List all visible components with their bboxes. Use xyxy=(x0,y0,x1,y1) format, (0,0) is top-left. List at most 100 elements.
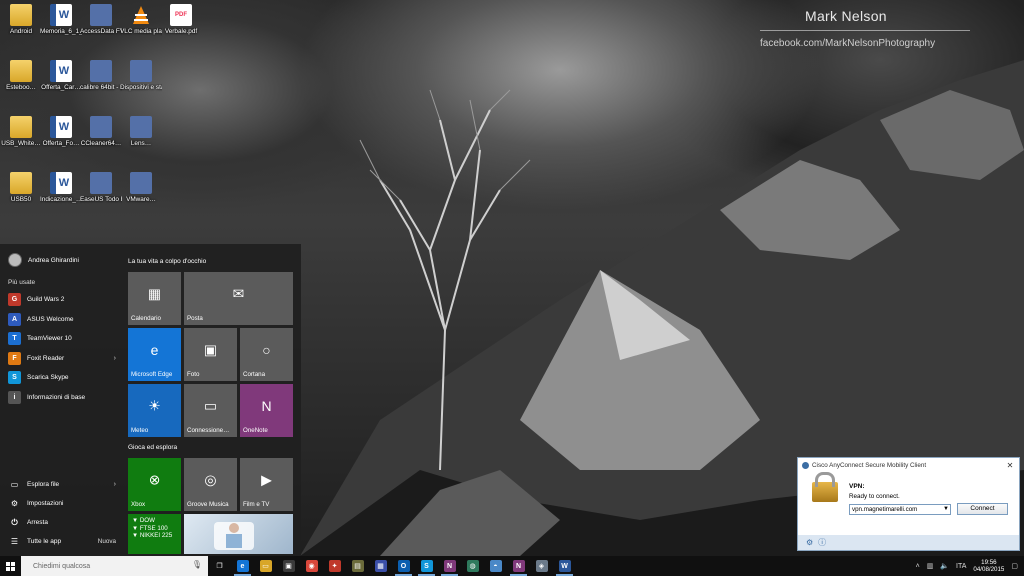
tile-icon: N xyxy=(261,398,272,415)
start-app-item[interactable]: S Scarica Skype xyxy=(8,369,116,386)
desktop-icon[interactable]: VLC media player xyxy=(120,4,162,36)
search-placeholder: Chiedimi qualcosa xyxy=(33,562,91,570)
desktop-icon[interactable]: VMware… xyxy=(120,172,162,204)
start-app-item[interactable]: G Guild Wars 2 xyxy=(8,291,116,308)
cisco-title-bar[interactable]: Cisco AnyConnect Secure Mobility Client … xyxy=(798,458,1019,472)
start-bottom-item[interactable]: ☰ Tutte le app Nuova xyxy=(8,533,116,550)
network-icon[interactable]: ▥ xyxy=(927,562,934,570)
taskbar-notes-button[interactable]: ▤ xyxy=(346,556,369,576)
tile-meteo[interactable]: ☀ Meteo xyxy=(128,384,181,437)
cisco-app-icon xyxy=(802,461,809,469)
desktop-icon[interactable]: Esteboo… xyxy=(0,60,42,92)
taskbar-app-globe-button[interactable]: ◓ xyxy=(484,556,507,576)
cortana-search-box[interactable]: Chiedimi qualcosa 🎙 xyxy=(21,556,208,576)
taskbar-vpn-button[interactable]: ◈ xyxy=(530,556,553,576)
taskbar-app-blue-button[interactable]: ▦ xyxy=(369,556,392,576)
taskbar-onenote-2-button[interactable]: N xyxy=(507,556,530,576)
start-bottom-item[interactable]: ▭ Esplora file › xyxy=(8,476,116,493)
tile-calendario[interactable]: ▦ Calendario xyxy=(128,272,181,325)
store-icon: ▣ xyxy=(282,560,295,572)
taskbar-task-view-button[interactable]: ❐ xyxy=(208,556,231,576)
taskbar-onenote-button[interactable]: N xyxy=(438,556,461,576)
start-button[interactable] xyxy=(0,556,21,576)
stock-line: ▼ NIKKEI 225 xyxy=(132,532,173,539)
tile-label: Foto xyxy=(187,371,200,378)
photo-credit-url: facebook.com/MarkNelsonPhotography xyxy=(760,38,936,49)
taskbar-store-button[interactable]: ▣ xyxy=(277,556,300,576)
vpn-server-select[interactable]: vpn.magnetimarelli.com ▼ xyxy=(849,504,951,515)
taskbar-file-explorer-button[interactable]: ▭ xyxy=(254,556,277,576)
app-icon: F xyxy=(8,351,21,365)
microphone-icon[interactable]: 🎙 xyxy=(192,560,202,569)
tile-connessione[interactable]: ▭ Connessione… xyxy=(184,384,237,437)
start-app-item[interactable]: T TeamViewer 10 xyxy=(8,330,116,347)
taskbar-edge-button[interactable]: e xyxy=(231,556,254,576)
taskbar-apps: ❐ e ▭ ▣ ◉ ✦ ▤ ▦ O S N ◍ ◓ N ◈ W xyxy=(208,556,576,576)
new-badge: Nuova xyxy=(97,538,116,545)
tile-posta[interactable]: ✉ Posta xyxy=(184,272,293,325)
start-app-item[interactable]: F Foxit Reader › xyxy=(8,350,116,367)
desktop-icon[interactable]: AccessData FTK Imager xyxy=(80,4,122,36)
tile-film-e-tv[interactable]: ▶ Film e TV xyxy=(240,458,293,511)
cisco-title: Cisco AnyConnect Secure Mobility Client xyxy=(812,461,927,469)
tile-news[interactable] xyxy=(184,514,293,554)
tile-money[interactable]: ▼ DOW ▼ FTSE 100 ▼ NIKKEI 225 xyxy=(128,514,181,554)
start-bottom-item[interactable]: ⏻ Arresta xyxy=(8,514,116,531)
taskbar-skype-button[interactable]: S xyxy=(415,556,438,576)
photo-credit-name: Mark Nelson xyxy=(805,8,887,24)
taskbar-app-red-button[interactable]: ✦ xyxy=(323,556,346,576)
tile-icon: ▶ xyxy=(261,471,272,488)
desktop-icon[interactable]: W Memoria_6_1_2015 xyxy=(40,4,82,36)
desktop-icon-label: Android xyxy=(9,28,33,35)
desktop-icon-label: calibre 64bit - E-book ma… xyxy=(80,84,122,91)
clock[interactable]: 19:56 04/08/2015 xyxy=(973,559,1004,573)
start-app-item[interactable]: i Informazioni di base xyxy=(8,389,116,406)
chevron-up-icon[interactable]: ˄ xyxy=(916,563,920,570)
photo-credit-divider xyxy=(760,30,970,31)
desktop-icon[interactable]: PDF Verbale.pdf xyxy=(160,4,202,36)
desktop-icon[interactable]: Dispositivi e stampanti xyxy=(120,60,162,92)
desktop-icon[interactable]: USB_White… xyxy=(0,116,42,148)
start-app-item[interactable]: A ASUS Welcome xyxy=(8,311,116,328)
language-indicator[interactable]: ITA xyxy=(956,563,966,570)
taskbar-outlook-button[interactable]: O xyxy=(392,556,415,576)
chevron-down-icon: ▼ xyxy=(943,506,949,512)
taskbar-chrome-button[interactable]: ◉ xyxy=(300,556,323,576)
outlook-icon: O xyxy=(397,560,410,572)
desktop-icon[interactable]: Lens… xyxy=(120,116,162,148)
taskbar-network-button[interactable]: ◍ xyxy=(461,556,484,576)
gear-icon[interactable]: ⚙ xyxy=(806,538,813,547)
desktop-icon[interactable]: W Offerta_Car… xyxy=(40,60,82,92)
start-bottom-item[interactable]: ⚙ Impostazioni xyxy=(8,495,116,512)
app-name: Informazioni di base xyxy=(27,393,86,401)
tile-icon: ✉ xyxy=(232,285,245,302)
taskbar-word-button[interactable]: W xyxy=(553,556,576,576)
tile-foto[interactable]: ▣ Foto xyxy=(184,328,237,381)
tile-groove-musica[interactable]: ◎ Groove Musica xyxy=(184,458,237,511)
desktop-icon[interactable]: CCleaner64… xyxy=(80,116,122,148)
taskbar: Chiedimi qualcosa 🎙 ❐ e ▭ ▣ ◉ ✦ ▤ ▦ O S N ◍ ◓ N ◈ W ˄ ▥… xyxy=(0,556,1024,576)
edge-icon: e xyxy=(236,560,249,572)
tile-onenote[interactable]: N OneNote xyxy=(240,384,293,437)
desktop-icon-label: AccessData FTK Imager xyxy=(80,28,122,35)
chevron-right-icon[interactable]: › xyxy=(114,355,116,362)
desktop-icon[interactable]: W Offerta_Fo… xyxy=(40,116,82,148)
user-account[interactable]: Andrea Ghirardini xyxy=(8,253,79,267)
desktop-icon-label: Verbale.pdf xyxy=(164,28,198,35)
info-icon[interactable]: ⓘ xyxy=(818,537,826,548)
notifications-icon[interactable]: ▢ xyxy=(1011,562,1018,570)
tiles-section-play: Gioca ed esplora xyxy=(128,444,178,451)
close-icon[interactable]: ✕ xyxy=(1001,459,1019,472)
tile-xbox[interactable]: ⊗ Xbox xyxy=(128,458,181,511)
desktop-icon[interactable]: calibre 64bit - E-book ma… xyxy=(80,60,122,92)
desktop-icon[interactable]: W Indicazione_… xyxy=(40,172,82,204)
desktop-icon[interactable]: USB50 xyxy=(0,172,42,204)
chevron-right-icon[interactable]: › xyxy=(114,481,116,488)
desktop-icon[interactable]: EaseUS Todo Backup Fre… xyxy=(80,172,122,204)
desktop-icon[interactable]: Android xyxy=(0,4,42,36)
connect-button[interactable]: Connect xyxy=(957,503,1008,515)
tile-cortana[interactable]: ○ Cortana xyxy=(240,328,293,381)
volume-icon[interactable]: 🔈 xyxy=(940,562,949,570)
stock-line: ▼ DOW xyxy=(132,517,155,524)
tile-microsoft-edge[interactable]: e Microsoft Edge xyxy=(128,328,181,381)
